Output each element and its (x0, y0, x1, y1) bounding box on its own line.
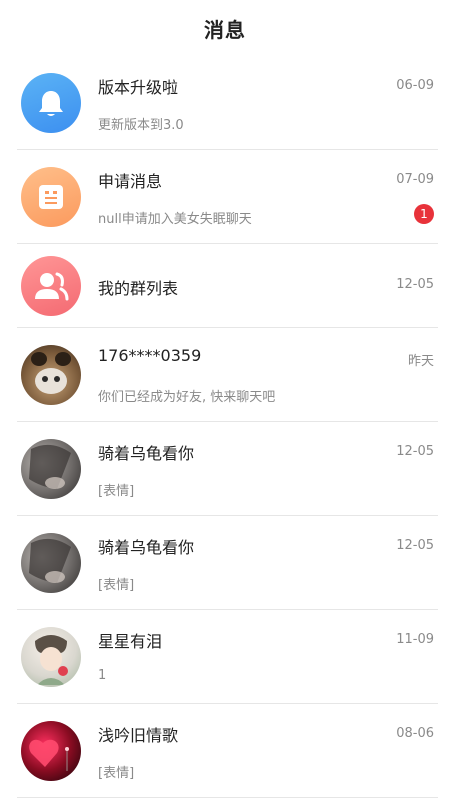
unread-badge: 1 (414, 204, 434, 224)
girl-photo (21, 438, 81, 499)
message-time: 12-05 (396, 444, 434, 459)
message-time: 08-06 (396, 726, 434, 741)
message-preview: [表情] (98, 484, 135, 499)
bell-icon (21, 72, 81, 133)
conversation-name: 版本升级啦 (98, 78, 179, 97)
message-preview: [表情] (98, 766, 135, 781)
heart-photo (21, 720, 81, 781)
page-title: 消息 (204, 17, 246, 42)
message-time: 11-09 (396, 632, 434, 647)
conversation-name: 星星有泪 (98, 632, 163, 651)
message-preview: 1 (98, 668, 107, 683)
conversation-name: 浅吟旧情歌 (98, 726, 179, 745)
girl-photo (21, 532, 81, 593)
group-icon (21, 255, 81, 316)
message-preview: [表情] (98, 578, 135, 593)
list-item[interactable]: 我的群列表 12-05 (17, 244, 438, 328)
cat-photo (21, 344, 81, 405)
message-preview: 更新版本到3.0 (98, 118, 184, 133)
message-time: 12-05 (396, 276, 434, 292)
document-icon (21, 166, 81, 227)
conversation-name: 骑着乌龟看你 (98, 538, 195, 557)
message-list: 版本升级啦 更新版本到3.0 06-09 申请消息 null申请加入美女失眠聊天… (0, 56, 450, 798)
list-item[interactable]: 浅吟旧情歌 [表情] 08-06 (17, 704, 438, 798)
conversation-name: 申请消息 (98, 172, 163, 191)
top-header: 消息 (0, 0, 450, 56)
list-item[interactable]: 176****0359 你们已经成为好友, 快来聊天吧 昨天 (17, 328, 438, 422)
message-preview: null申请加入美女失眠聊天 (98, 212, 252, 227)
boy-illustration (21, 626, 81, 687)
message-time: 07-09 (396, 172, 434, 187)
list-item[interactable]: 申请消息 null申请加入美女失眠聊天 07-09 1 (17, 150, 438, 244)
list-item[interactable]: 骑着乌龟看你 [表情] 12-05 (17, 516, 438, 610)
message-time: 06-09 (396, 78, 434, 93)
list-item[interactable]: 版本升级啦 更新版本到3.0 06-09 (17, 56, 438, 150)
conversation-name: 176****0359 (98, 346, 202, 365)
message-preview: 你们已经成为好友, 快来聊天吧 (98, 390, 276, 405)
list-item[interactable]: 星星有泪 1 11-09 (17, 610, 438, 704)
list-item[interactable]: 骑着乌龟看你 [表情] 12-05 (17, 422, 438, 516)
conversation-name: 我的群列表 (98, 278, 179, 298)
message-time: 昨天 (407, 354, 434, 369)
conversation-name: 骑着乌龟看你 (98, 444, 195, 463)
message-time: 12-05 (396, 538, 434, 553)
